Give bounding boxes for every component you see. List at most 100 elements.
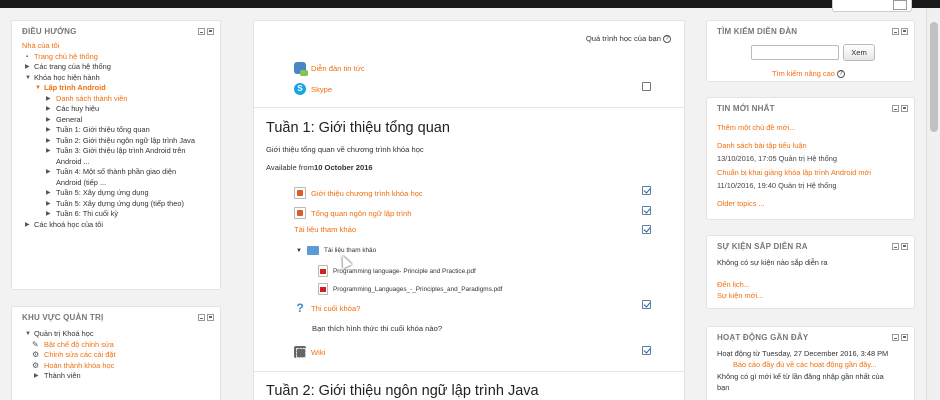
upcoming-events-block: SỰ KIỆN SẮP DIỄN RA Không có sự kiện nào… — [706, 235, 915, 309]
admin-block-title: KHU VỰC QUẢN TRỊ — [12, 307, 220, 327]
gear-icon: ⚙ — [32, 350, 40, 359]
nav-week-5[interactable]: ▶ Tuần 5: Xây dựng ứng dụng — [22, 188, 220, 199]
completion-checkbox[interactable] — [642, 346, 651, 355]
latest-news-block: TIN MỚI NHẤT Thêm một chủ đề mới... Danh… — [706, 97, 915, 220]
admin-block: KHU VỰC QUẢN TRỊ ▼ Quản trị Khoá học ✎ Bật… — [11, 306, 221, 400]
completion-checkbox[interactable] — [642, 300, 651, 309]
navigation-block: ĐIỀU HƯỚNG Nhà của tôi ▪ Trang chủ hệ thố… — [11, 20, 221, 290]
nav-week-3[interactable]: ▶ Tuần 3: Giới thiệu lập trình Android tr… — [22, 146, 220, 157]
collapse-icon[interactable] — [198, 28, 205, 35]
activity-block-title: HOẠT ĐỘNG GẦN ĐÂY — [707, 327, 914, 347]
nav-participants[interactable]: ▶ Danh sách thành viên — [22, 94, 220, 105]
collapse-icon[interactable] — [198, 314, 205, 321]
user-menu-button[interactable] — [832, 0, 912, 12]
nav-week-1[interactable]: ▶ Tuần 1: Giới thiệu tổng quan — [22, 125, 220, 136]
pdf-icon — [318, 265, 328, 277]
search-button[interactable]: Xem — [843, 44, 875, 61]
question-icon: ? — [296, 301, 304, 315]
activity-references[interactable]: Tài liệu tham khảo — [294, 225, 356, 234]
dock-icon[interactable] — [901, 243, 908, 250]
quiz-question: Bạn thích hình thức thi cuối khóa nào? — [312, 324, 443, 333]
advanced-search[interactable]: Tìm kiếm nâng cao? — [772, 69, 845, 79]
nav-week-3-cont[interactable]: Android ... — [22, 157, 220, 168]
news-post-title[interactable]: Chuẩn bị khai giảng khóa lập trình Andro… — [717, 168, 871, 177]
older-topics-link[interactable]: Older topics ... — [717, 199, 765, 208]
skype-icon: S — [294, 83, 306, 95]
dock-icon[interactable] — [207, 314, 214, 321]
navigation-block-title: ĐIỀU HƯỚNG — [12, 21, 220, 41]
nav-course-android[interactable]: ▼ Lập trình Android — [22, 83, 220, 94]
file-item[interactable]: Programming_Languages_-_Principles_and_P… — [318, 283, 502, 295]
nav-home[interactable]: Nhà của tôi — [22, 41, 220, 52]
new-event-link[interactable]: Sự kiện mới... — [717, 291, 763, 300]
nav-site-pages[interactable]: ▶ Các trang của hệ thống — [22, 62, 220, 73]
admin-course-completion[interactable]: ⚙ Hoàn thành khóa học — [22, 361, 220, 372]
collapse-icon[interactable] — [892, 334, 899, 341]
section-title-week1: Tuần 1: Giới thiệu tổng quan — [266, 120, 450, 136]
events-block-title: SỰ KIỆN SẮP DIỄN RA — [707, 236, 914, 256]
nav-site-home[interactable]: ▪ Trang chủ hệ thống — [22, 52, 220, 63]
folder-tree-root[interactable]: ▼ Tài liệu tham khảo — [296, 246, 376, 255]
no-activity-text: Không có gì mới kể từ lần đăng nhập gần … — [717, 372, 884, 381]
nav-week-4[interactable]: ▶ Tuần 4: Một số thành phần giao diện — [22, 167, 220, 178]
nav-general[interactable]: ▶ General — [22, 115, 220, 126]
activity-since: Hoạt động từ Tuesday, 27 December 2016, … — [717, 349, 889, 358]
activity-quiz[interactable]: ? Thi cuối khóa? — [294, 302, 360, 314]
page-scrollbar[interactable] — [926, 8, 940, 400]
search-forums-block: TÌM KIẾM DIỄN ĐÀN Xem Tìm kiếm nâng cao? — [706, 20, 915, 82]
admin-users[interactable]: ▶ Thành viên — [22, 371, 220, 382]
progress-header: Quá trình học của bạn? — [586, 34, 671, 43]
forum-icon — [294, 62, 308, 76]
nav-my-courses[interactable]: ▶ Các khoá học của tôi — [22, 220, 220, 231]
completion-checkbox[interactable] — [642, 225, 651, 234]
collapse-icon[interactable] — [892, 243, 899, 250]
page-icon — [294, 187, 306, 199]
dock-icon[interactable] — [207, 28, 214, 35]
dock-icon[interactable] — [901, 28, 908, 35]
dock-icon[interactable] — [901, 334, 908, 341]
news-post-meta: 13/10/2016, 17:05 Quản trị Hệ thống — [717, 154, 837, 163]
section-summary: Giới thiệu tổng quan về chương trình khó… — [266, 145, 424, 154]
admin-edit-mode[interactable]: ✎ Bật chế độ chỉnh sửa — [22, 340, 220, 351]
availability-note: Available from 10 October 2016 — [266, 163, 373, 172]
wiki-icon — [294, 346, 306, 358]
activity-forum[interactable]: Diễn đàn tin tức — [294, 62, 365, 76]
activity-intro[interactable]: Giới thiệu chương trình khóa học — [294, 187, 423, 199]
no-events-text: Không có sự kiện nào sắp diễn ra — [717, 258, 828, 267]
nav-week-4-cont[interactable]: Android (tiếp ... — [22, 178, 220, 189]
nav-week-5b[interactable]: ▶ Tuần 5: Xây dựng ứng dụng (tiếp theo) — [22, 199, 220, 210]
collapse-icon[interactable] — [892, 28, 899, 35]
help-icon[interactable]: ? — [663, 35, 671, 43]
scrollbar-thumb[interactable] — [930, 22, 938, 132]
add-topic-link[interactable]: Thêm một chủ đề mới... — [717, 123, 795, 132]
admin-edit-settings[interactable]: ⚙ Chỉnh sửa các cài đặt — [22, 350, 220, 361]
search-block-title: TÌM KIẾM DIỄN ĐÀN — [707, 21, 914, 41]
avatar — [893, 0, 907, 10]
news-post-title[interactable]: Danh sách bài tập tiểu luận — [717, 141, 807, 150]
completion-checkbox[interactable] — [642, 206, 651, 215]
search-input[interactable] — [751, 45, 839, 60]
completion-checkbox[interactable] — [642, 82, 651, 91]
help-icon[interactable]: ? — [836, 70, 845, 79]
admin-course-admin[interactable]: ▼ Quản trị Khoá học — [22, 329, 220, 340]
completion-checkbox[interactable] — [642, 186, 651, 195]
dock-icon[interactable] — [901, 105, 908, 112]
nav-current-courses[interactable]: ▼ Khóa học hiện hành — [22, 73, 220, 84]
activity-overview[interactable]: Tổng quan ngôn ngữ lập trình — [294, 207, 412, 219]
activity-wiki[interactable]: Wiki — [294, 346, 325, 358]
activity-skype[interactable]: S Skype — [294, 83, 332, 95]
gear-icon: ⚙ — [32, 360, 40, 370]
nav-week-2[interactable]: ▶ Tuần 2: Giới thiệu ngôn ngữ lập trình J… — [22, 136, 220, 147]
page-icon — [294, 207, 306, 219]
nav-badges[interactable]: ▶ Các huy hiệu — [22, 104, 220, 115]
nav-week-6[interactable]: ▶ Tuần 6: Thi cuối kỳ — [22, 209, 220, 220]
section-title-week2: Tuần 2: Giới thiệu ngôn ngữ lập trình Ja… — [266, 383, 539, 399]
folder-icon — [306, 246, 319, 255]
full-report-link[interactable]: Báo cáo đầy đủ về các hoạt động gần đây.… — [733, 360, 877, 369]
pencil-icon: ✎ — [32, 339, 39, 349]
go-to-calendar-link[interactable]: Đến lịch... — [717, 280, 750, 289]
course-content: Quá trình học của bạn? Diễn đàn tin tức … — [253, 20, 685, 400]
chevron-down-icon: ▼ — [296, 247, 302, 254]
collapse-icon[interactable] — [892, 105, 899, 112]
pdf-icon — [318, 283, 328, 295]
